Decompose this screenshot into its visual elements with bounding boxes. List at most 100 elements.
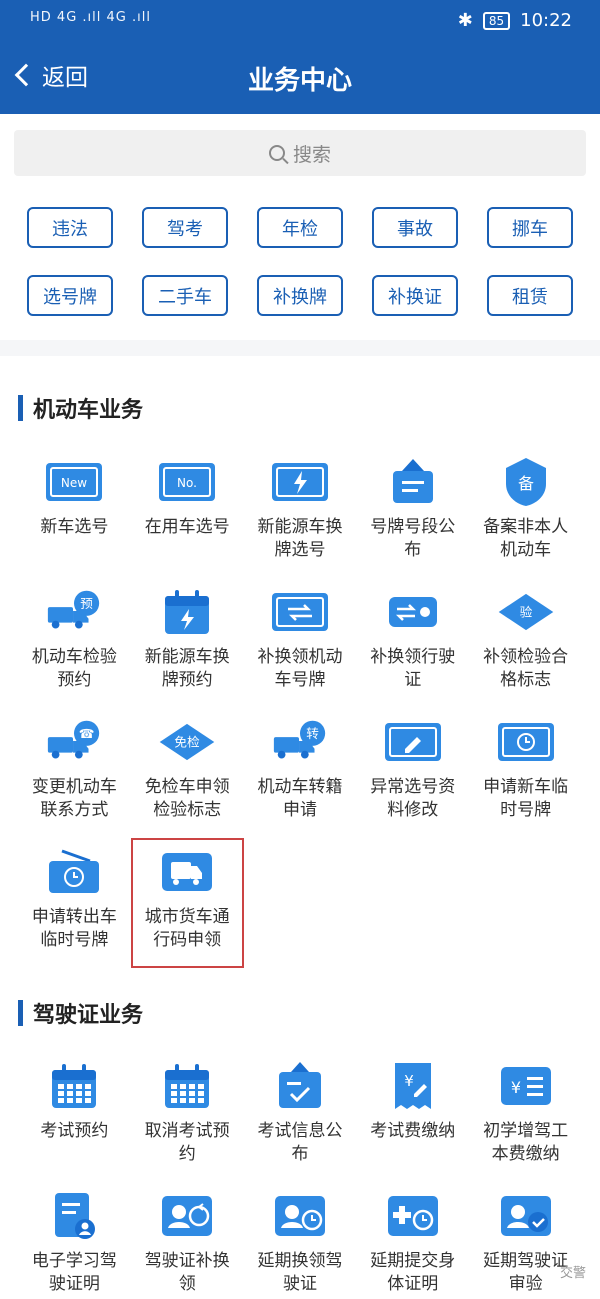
service-item-label: 号牌号段公布 xyxy=(370,517,456,560)
service-item[interactable]: 新能源车换牌预约 xyxy=(131,578,244,708)
service-item[interactable]: 延期驾驶证审验 xyxy=(469,1182,582,1299)
car-swap-icon xyxy=(383,586,443,638)
shield-record-icon: 备 xyxy=(496,456,556,508)
chip-accident[interactable]: 事故 xyxy=(372,207,458,248)
service-item[interactable]: 异常选号资料修改 xyxy=(356,708,469,838)
service-item[interactable]: 号牌号段公布 xyxy=(356,448,469,578)
service-item[interactable]: 电子学习驾驶证明 xyxy=(18,1182,131,1299)
truck-transfer-icon: 转 xyxy=(270,716,330,768)
chip-replace-plate[interactable]: 补换牌 xyxy=(257,275,343,316)
license-clock-icon xyxy=(270,1190,330,1242)
svg-text:No.: No. xyxy=(177,476,197,490)
service-item[interactable]: 延期提交身体证明 xyxy=(356,1182,469,1299)
service-item[interactable]: 申请新车临时号牌 xyxy=(469,708,582,838)
service-item-label: 考试预约 xyxy=(40,1121,109,1141)
svg-text:¥: ¥ xyxy=(404,1072,414,1090)
service-item[interactable]: 新能源车换牌选号 xyxy=(244,448,357,578)
service-item[interactable]: 预机动车检验预约 xyxy=(18,578,131,708)
receipt-yen-icon: ¥ xyxy=(383,1060,443,1112)
service-item-label: 变更机动车联系方式 xyxy=(31,777,117,820)
clock: 10:22 xyxy=(520,10,572,31)
battery-icon: 85 xyxy=(482,11,511,30)
service-item[interactable]: New 新车选号 xyxy=(18,448,131,578)
calendar-grid-icon xyxy=(157,1060,217,1112)
chip-used-car[interactable]: 二手车 xyxy=(142,275,228,316)
svg-text:备: 备 xyxy=(518,474,534,493)
service-item[interactable]: ☎ 变更机动车联系方式 xyxy=(18,708,131,838)
svg-text:转: 转 xyxy=(306,726,319,741)
service-item-label: 考试费缴纳 xyxy=(370,1121,456,1141)
service-item-label: 新车选号 xyxy=(40,517,109,537)
inspect-diamond-icon: 验 xyxy=(496,586,556,638)
service-item[interactable]: ¥ 初学增驾工本费缴纳 xyxy=(469,1052,582,1182)
license-check-icon xyxy=(496,1190,556,1242)
service-item-label: 驾驶证补换领 xyxy=(144,1251,230,1294)
service-item[interactable]: 备备案非本人机动车 xyxy=(469,448,582,578)
vehicle-services-grid: New 新车选号 No. 在用车选号 新能源车换牌选号 号牌号段公布备备案非本人机动车预机… xyxy=(18,448,582,968)
truck-reserve-icon: 预 xyxy=(44,586,104,638)
service-item[interactable]: 取消考试预约 xyxy=(131,1052,244,1182)
plate-edit-icon xyxy=(383,716,443,768)
service-item[interactable]: 驾驶证补换领 xyxy=(131,1182,244,1299)
license-services-grid: 考试预约 取消考试预约 考试信息公布 ¥ 考试费缴纳 ¥ 初学增驾工本费缴纳电子学习驾驶证明… xyxy=(18,1052,582,1299)
service-item[interactable]: 考试预约 xyxy=(18,1052,131,1182)
svg-text:预: 预 xyxy=(81,596,94,611)
hanging-sign-icon xyxy=(383,456,443,508)
service-item[interactable]: 转机动车转籍申请 xyxy=(244,708,357,838)
svg-text:免检: 免检 xyxy=(174,735,200,750)
section-divider xyxy=(0,340,600,356)
chip-move-car[interactable]: 挪车 xyxy=(487,207,573,248)
service-item-label: 申请新车临时号牌 xyxy=(483,777,569,820)
service-item[interactable]: 延期换领驾驶证 xyxy=(244,1182,357,1299)
watermark: 交警 xyxy=(559,1266,586,1281)
service-item-label: 备案非本人机动车 xyxy=(483,517,569,560)
plate-swap-icon xyxy=(270,586,330,638)
service-item-label: 取消考试预约 xyxy=(144,1121,230,1164)
calendar-bolt-icon xyxy=(157,586,217,638)
chip-replace-license[interactable]: 补换证 xyxy=(372,275,458,316)
service-item-label: 机动车检验预约 xyxy=(31,647,117,690)
new-plate-icon: New xyxy=(44,456,104,508)
service-item[interactable]: 验补领检验合格标志 xyxy=(469,578,582,708)
service-item[interactable]: 补换领机动车号牌 xyxy=(244,578,357,708)
chip-annual-inspection[interactable]: 年检 xyxy=(257,207,343,248)
board-check-icon xyxy=(270,1060,330,1112)
svg-text:验: 验 xyxy=(519,605,532,620)
service-item[interactable]: 免检 免检车申领检验标志 xyxy=(131,708,244,838)
license-refresh-icon xyxy=(157,1190,217,1242)
section-title-text: 驾驶证业务 xyxy=(33,1003,144,1028)
search-placeholder: 搜索 xyxy=(292,143,331,166)
chip-violation[interactable]: 违法 xyxy=(27,207,113,248)
section-title-license: 驾驶证业务 xyxy=(18,997,143,1029)
chip-rental[interactable]: 租赁 xyxy=(487,275,573,316)
svg-text:¥: ¥ xyxy=(510,1078,520,1097)
service-item[interactable]: ¥ 考试费缴纳 xyxy=(356,1052,469,1182)
service-item-label: 城市货车通行码申领 xyxy=(144,907,230,950)
yen-list-icon: ¥ xyxy=(496,1060,556,1112)
quick-category-chips: 违法 驾考 年检 事故 挪车 选号牌 二手车 补换牌 补换证 租赁 xyxy=(27,207,573,316)
calendar-grid-icon xyxy=(44,1060,104,1112)
service-item-label: 考试信息公布 xyxy=(257,1121,343,1164)
search-icon xyxy=(268,145,285,161)
status-bar: HD 4G .ıll 4G .ıll ✱ 85 10:22 xyxy=(0,0,600,44)
service-item[interactable]: No. 在用车选号 xyxy=(131,448,244,578)
chip-driving-test[interactable]: 驾考 xyxy=(142,207,228,248)
no-plate-icon: No. xyxy=(157,456,217,508)
medical-clock-icon xyxy=(383,1190,443,1242)
section-title-vehicle: 机动车业务 xyxy=(18,392,143,424)
service-item[interactable]: 申请转出车临时号牌 xyxy=(18,838,131,968)
service-item[interactable]: 城市货车通行码申领 xyxy=(130,838,244,968)
truck-pass-icon xyxy=(157,846,217,898)
service-item[interactable]: 考试信息公布 xyxy=(244,1052,357,1182)
search-input[interactable]: 搜索 xyxy=(14,130,586,176)
service-item-label: 延期提交身体证明 xyxy=(370,1251,456,1294)
hanging-clock-icon xyxy=(44,846,104,898)
service-item-label: 电子学习驾驶证明 xyxy=(31,1251,117,1294)
section-accent-bar xyxy=(18,1000,23,1026)
chip-select-plate[interactable]: 选号牌 xyxy=(27,275,113,316)
plate-clock-icon xyxy=(496,716,556,768)
service-item-label: 补换领机动车号牌 xyxy=(257,647,343,690)
service-item-label: 在用车选号 xyxy=(144,517,230,537)
service-item-label: 异常选号资料修改 xyxy=(370,777,456,820)
service-item[interactable]: 补换领行驶证 xyxy=(356,578,469,708)
